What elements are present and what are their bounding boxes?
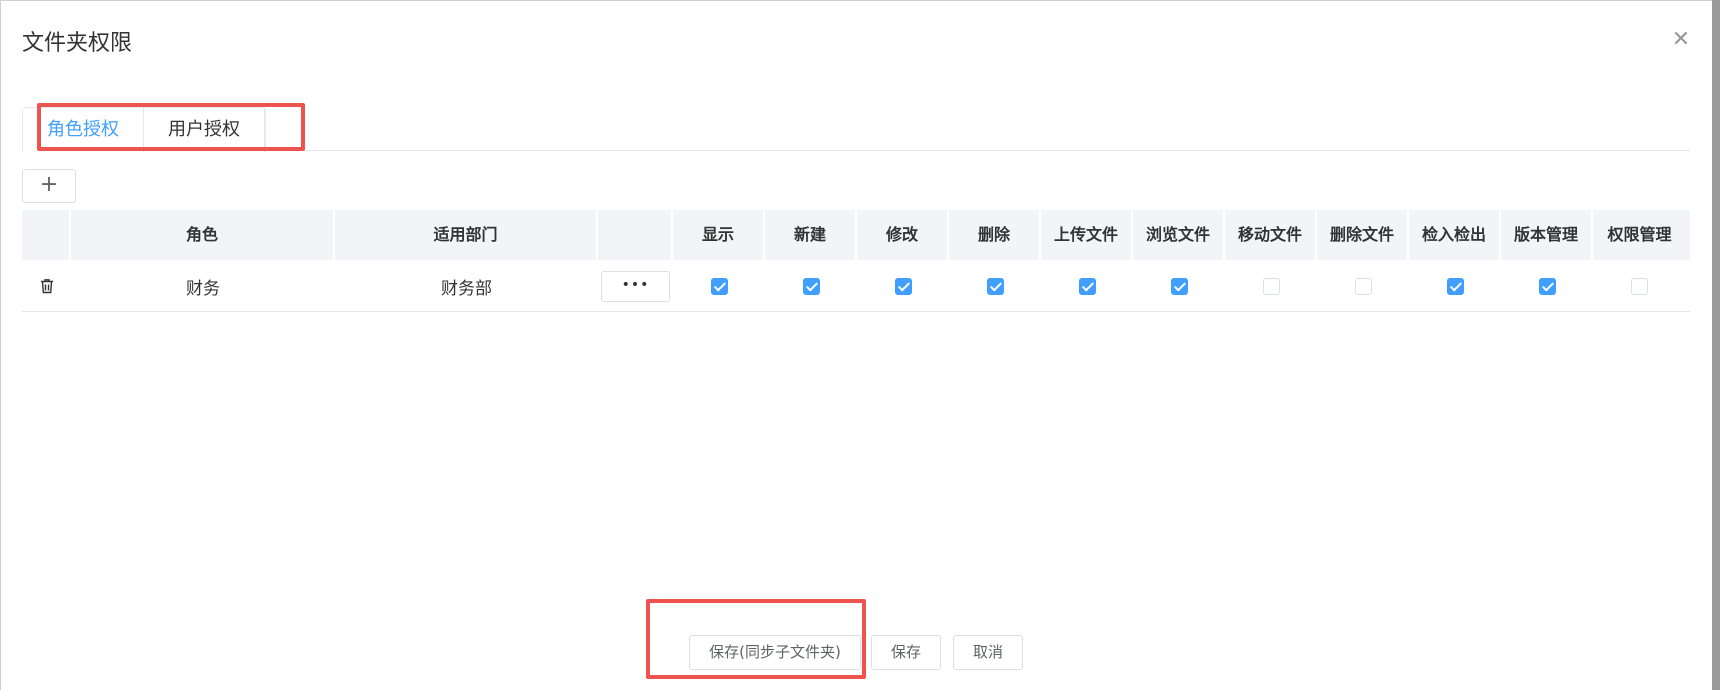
checkbox-checkin[interactable] <box>1446 277 1464 295</box>
scrollbar-edge <box>1712 0 1720 690</box>
save-sync-subfolders-button[interactable]: 保存(同步子文件夹) <box>689 635 861 670</box>
table-header: 角色 适用部门 显示 新建 修改 删除 上传文件 浏览文件 移动文件 删除文件 … <box>22 210 1690 260</box>
header-perm-upload: 上传文件 <box>1041 210 1133 260</box>
tab-role-authorization[interactable]: 角色授权 <box>23 108 144 152</box>
header-perm-permission: 权限管理 <box>1607 225 1672 244</box>
header-perm-delete-file: 删除文件 <box>1317 210 1409 260</box>
checkbox-upload[interactable] <box>1078 277 1096 295</box>
checkbox-version[interactable] <box>1538 277 1556 295</box>
checkbox-modify[interactable] <box>894 277 912 295</box>
header-more-column <box>598 210 673 260</box>
checkbox-move[interactable] <box>1262 277 1280 295</box>
table-row: 财务 财务部 ••• <box>22 260 1690 312</box>
cancel-button[interactable]: 取消 <box>953 635 1023 670</box>
header-perm-modify: 修改 <box>857 210 949 260</box>
dialog-title: 文件夹权限 <box>22 31 133 56</box>
checkbox-delete-file[interactable] <box>1354 277 1372 295</box>
checkbox-permission[interactable] <box>1631 277 1648 295</box>
checkbox-delete[interactable] <box>986 277 1004 295</box>
trash-icon[interactable] <box>38 277 56 295</box>
folder-permission-dialog: 文件夹权限 ✕ 角色授权 用户授权 + 角色 适用部门 显示 新建 修改 删除 … <box>0 0 1718 690</box>
header-perm-create: 新建 <box>765 210 857 260</box>
header-role: 角色 <box>71 210 335 260</box>
checkbox-browse[interactable] <box>1170 277 1188 295</box>
header-dept: 适用部门 <box>335 210 598 260</box>
save-button[interactable]: 保存 <box>871 635 941 670</box>
add-role-button[interactable]: + <box>22 169 76 203</box>
more-options-button[interactable]: ••• <box>601 270 670 302</box>
tabs-divider <box>22 107 1690 151</box>
checkbox-show[interactable] <box>710 277 728 295</box>
header-perm-version: 版本管理 <box>1501 210 1593 260</box>
header-perm-show: 显示 <box>673 210 765 260</box>
header-perm-move: 移动文件 <box>1225 210 1317 260</box>
checkbox-create[interactable] <box>802 277 820 295</box>
header-perm-browse: 浏览文件 <box>1133 210 1225 260</box>
header-perm-delete: 删除 <box>949 210 1041 260</box>
header-perm-checkin: 检入检出 <box>1409 210 1501 260</box>
close-icon[interactable]: ✕ <box>1670 29 1692 51</box>
row-dept: 财务部 <box>441 278 492 299</box>
tab-user-authorization[interactable]: 用户授权 <box>144 108 265 152</box>
tabs: 角色授权 用户授权 <box>22 107 266 152</box>
header-delete-column <box>22 210 71 260</box>
permission-table: 角色 适用部门 显示 新建 修改 删除 上传文件 浏览文件 移动文件 删除文件 … <box>22 210 1690 312</box>
row-role: 财务 <box>186 278 220 299</box>
